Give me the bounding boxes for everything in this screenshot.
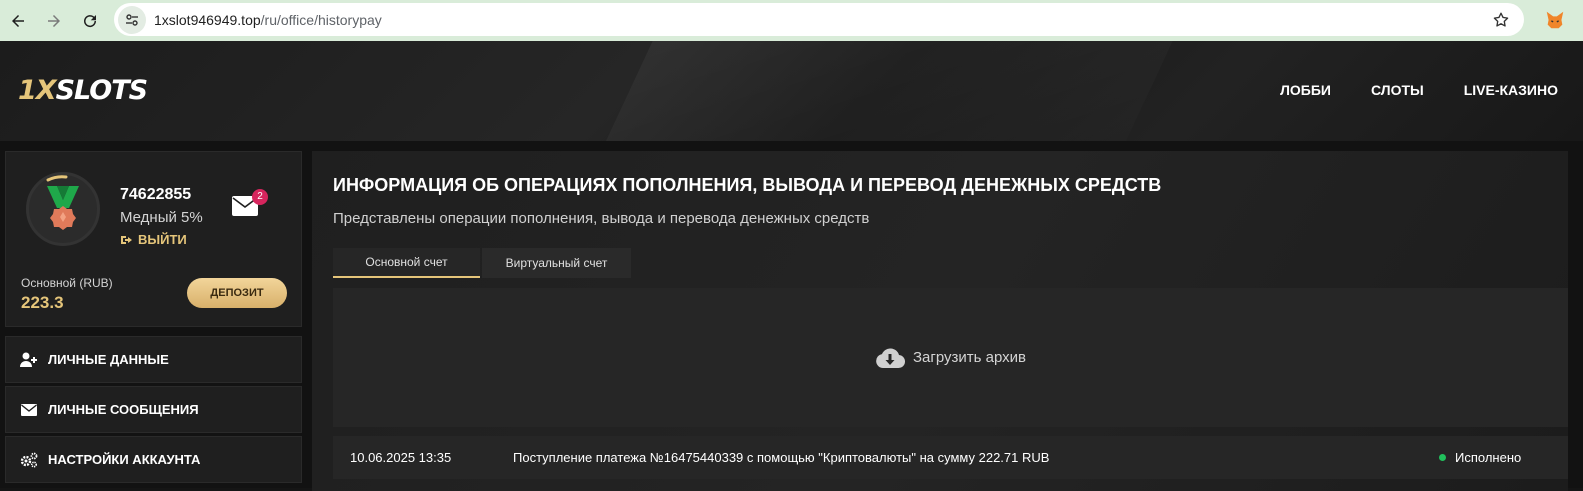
logout-link[interactable]: ВЫЙТИ: [120, 232, 187, 247]
user-level: Медный 5%: [120, 209, 203, 226]
arrow-right-icon: [48, 14, 60, 27]
logo-rest: SLOTS: [55, 75, 149, 106]
nav-slots[interactable]: СЛОТЫ: [1371, 82, 1424, 98]
messages-badge: 2: [252, 189, 268, 205]
sidebar-item-label: ЛИЧНЫЕ СООБЩЕНИЯ: [48, 402, 199, 417]
extension-fox-icon[interactable]: [1544, 9, 1566, 31]
profile-card: 74622855 Медный 5% ВЫЙТИ 2 Основной (RUB…: [5, 151, 302, 327]
user-id: 74622855: [120, 186, 192, 203]
operation-date: 10.06.2025 13:35: [350, 450, 452, 465]
logout-label: ВЫЙТИ: [138, 232, 187, 247]
site-info-button[interactable]: [118, 5, 146, 34]
deposit-button[interactable]: ДЕПОЗИТ: [187, 278, 287, 308]
nav-lobby[interactable]: ЛОББИ: [1280, 82, 1331, 98]
cloud-download-icon: [876, 348, 905, 368]
address-bar[interactable]: 1xslot946949.top/ru/office/historypay: [114, 3, 1524, 36]
url-text[interactable]: 1xslot946949.top/ru/office/historypay: [154, 12, 382, 28]
gears-icon: [20, 452, 38, 468]
sidebar-menu: ЛИЧНЫЕ ДАННЫЕ ЛИЧНЫЕ СООБЩЕНИЯ НАСТРОЙКИ…: [5, 336, 302, 486]
tab-virtual-account[interactable]: Виртуальный счет: [482, 248, 631, 278]
site-logo[interactable]: 1XSLOTS: [18, 75, 149, 106]
tab-main-account[interactable]: Основной счет: [333, 248, 480, 278]
page-body: 74622855 Медный 5% ВЫЙТИ 2 Основной (RUB…: [0, 141, 1583, 491]
sidebar-item-label: НАСТРОЙКИ АККАУНТА: [48, 452, 201, 467]
logo-prefix: 1X: [18, 75, 57, 106]
balance-value: 223.3: [21, 293, 64, 312]
balance-label: Основной (RUB): [21, 276, 113, 290]
page-title: ИНФОРМАЦИЯ ОБ ОПЕРАЦИЯХ ПОПОЛНЕНИЯ, ВЫВО…: [333, 175, 1162, 195]
operation-status: Исполнено: [1455, 450, 1522, 465]
logout-icon: [121, 235, 132, 244]
status-dot-icon: [1439, 454, 1446, 461]
url-path: /ru/office/historypay: [260, 11, 382, 28]
operation-description: Поступление платежа №16475440339 с помощ…: [513, 450, 1050, 465]
download-archive-button[interactable]: Загрузить архив: [333, 288, 1568, 427]
medal-icon: [47, 186, 79, 230]
nav-live-casino[interactable]: LIVE-КАЗИНО: [1464, 82, 1558, 98]
sidebar-item-personal-data[interactable]: ЛИЧНЫЕ ДАННЫЕ: [5, 336, 302, 383]
table-row: 10.06.2025 13:35 Поступление платежа №16…: [333, 436, 1568, 479]
sidebar-item-messages[interactable]: ЛИЧНЫЕ СООБЩЕНИЯ: [5, 386, 302, 433]
site-header: 1XSLOTS ЛОББИ СЛОТЫ LIVE-КАЗИНО: [0, 41, 1583, 141]
tune-icon: [126, 13, 138, 26]
url-host: 1xslot946949.top: [154, 11, 261, 28]
forward-button[interactable]: [36, 3, 72, 39]
sidebar-item-account-settings[interactable]: НАСТРОЙКИ АККАУНТА: [5, 436, 302, 483]
arrow-left-icon: [12, 14, 24, 27]
back-button[interactable]: [0, 3, 36, 39]
envelope-icon: [21, 403, 37, 416]
status-badge: Исполнено: [1439, 450, 1521, 465]
browser-toolbar: 1xslot946949.top/ru/office/historypay: [0, 0, 1583, 41]
reload-button[interactable]: [72, 3, 108, 39]
bookmark-star-icon[interactable]: [1492, 11, 1510, 29]
sidebar-item-label: ЛИЧНЫЕ ДАННЫЕ: [48, 352, 169, 367]
reload-icon: [84, 14, 97, 27]
page-subtitle: Представлены операции пополнения, вывода…: [333, 210, 870, 227]
user-plus-icon: [20, 352, 37, 367]
account-tabs: Основной счет Виртуальный счет: [333, 248, 631, 278]
main-panel: ИНФОРМАЦИЯ ОБ ОПЕРАЦИЯХ ПОПОЛНЕНИЯ, ВЫВО…: [312, 151, 1568, 491]
top-nav: ЛОББИ СЛОТЫ LIVE-КАЗИНО: [1280, 82, 1558, 98]
archive-label: Загрузить архив: [912, 349, 1027, 366]
